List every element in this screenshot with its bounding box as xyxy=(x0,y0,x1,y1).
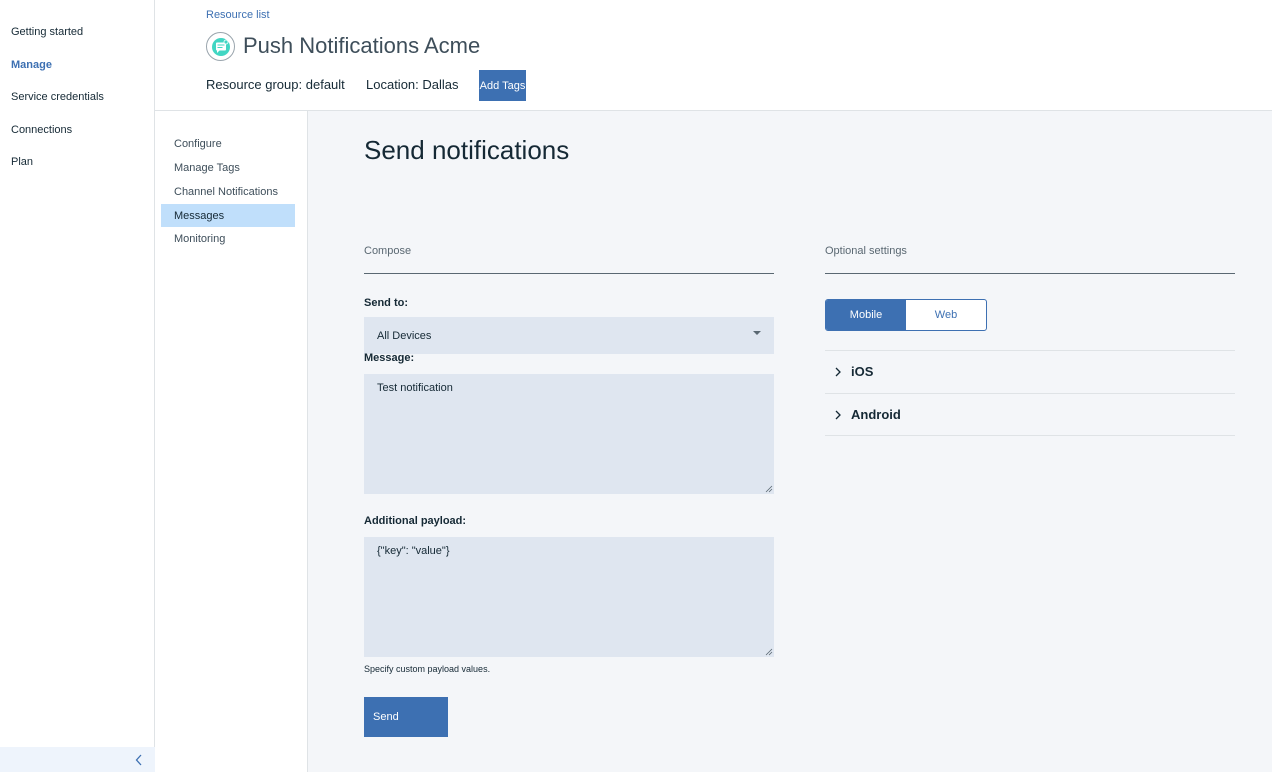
optional-settings-divider xyxy=(825,273,1235,274)
caret-down-icon xyxy=(753,331,761,335)
resource-group: Resource group: default xyxy=(206,77,345,92)
send-to-value: All Devices xyxy=(377,329,432,342)
payload-label: Additional payload: xyxy=(364,515,467,527)
left-nav: Getting started Manage Service credentia… xyxy=(0,0,155,772)
resource-group-label: Resource group: xyxy=(206,77,303,92)
nav-item-plan[interactable]: Plan xyxy=(11,156,33,168)
page-title: Push Notifications Acme xyxy=(243,33,481,58)
platform-toggle: Mobile Web xyxy=(825,299,987,331)
location-label: Location: xyxy=(366,77,419,92)
message-label: Message: xyxy=(364,352,415,364)
main-content: Send notifications Compose Optional sett… xyxy=(308,111,1272,772)
push-notifications-icon xyxy=(206,32,235,61)
subnav-item-messages[interactable]: Messages xyxy=(161,204,295,227)
message-textarea[interactable]: Test notification xyxy=(364,374,774,494)
collapse-nav-button[interactable] xyxy=(0,747,155,772)
send-to-select[interactable]: All Devices xyxy=(364,317,774,354)
resize-handle-icon[interactable] xyxy=(765,648,773,656)
toggle-mobile[interactable]: Mobile xyxy=(826,300,906,330)
chevron-left-icon xyxy=(135,754,142,765)
toggle-web[interactable]: Web xyxy=(906,300,986,330)
breadcrumb-resource-list[interactable]: Resource list xyxy=(206,9,270,21)
send-button[interactable]: Send xyxy=(364,697,448,737)
resize-handle-icon[interactable] xyxy=(765,485,773,493)
optional-settings-label: Optional settings xyxy=(825,245,907,257)
accordion-android[interactable]: Android xyxy=(825,393,1235,435)
location: Location: Dallas xyxy=(366,77,459,92)
subnav-item-channel-notifications[interactable]: Channel Notifications xyxy=(161,180,295,203)
accordion-ios[interactable]: iOS xyxy=(825,350,1235,392)
subnav-item-manage-tags[interactable]: Manage Tags xyxy=(161,156,295,179)
payload-value: {"key": "value"} xyxy=(377,545,450,557)
nav-item-service-credentials[interactable]: Service credentials xyxy=(11,91,104,103)
accordion-android-label: Android xyxy=(851,407,901,422)
compose-label: Compose xyxy=(364,245,412,257)
service-subnav: Configure Manage Tags Channel Notificati… xyxy=(155,111,308,772)
payload-textarea[interactable]: {"key": "value"} xyxy=(364,537,774,657)
subnav-item-monitoring[interactable]: Monitoring xyxy=(161,227,295,250)
add-tags-button[interactable]: Add Tags xyxy=(479,70,526,101)
nav-item-getting-started[interactable]: Getting started xyxy=(11,26,83,38)
resource-group-value: default xyxy=(305,77,345,92)
location-value: Dallas xyxy=(422,77,459,92)
send-to-label: Send to: xyxy=(364,297,408,309)
nav-item-manage[interactable]: Manage xyxy=(11,59,52,71)
subnav-item-configure[interactable]: Configure xyxy=(161,132,295,155)
compose-divider xyxy=(364,273,774,274)
section-heading: Send notifications xyxy=(364,135,570,165)
message-value: Test notification xyxy=(377,382,453,394)
payload-helper-text: Specify custom payload values. xyxy=(364,664,491,674)
nav-item-connections[interactable]: Connections xyxy=(11,124,72,136)
accordion-ios-label: iOS xyxy=(851,364,874,379)
chevron-right-icon xyxy=(825,410,851,420)
chevron-right-icon xyxy=(825,367,851,377)
accordion-divider xyxy=(825,435,1235,436)
resource-header: Resource list Push Notifications Acme Re… xyxy=(155,0,1272,111)
